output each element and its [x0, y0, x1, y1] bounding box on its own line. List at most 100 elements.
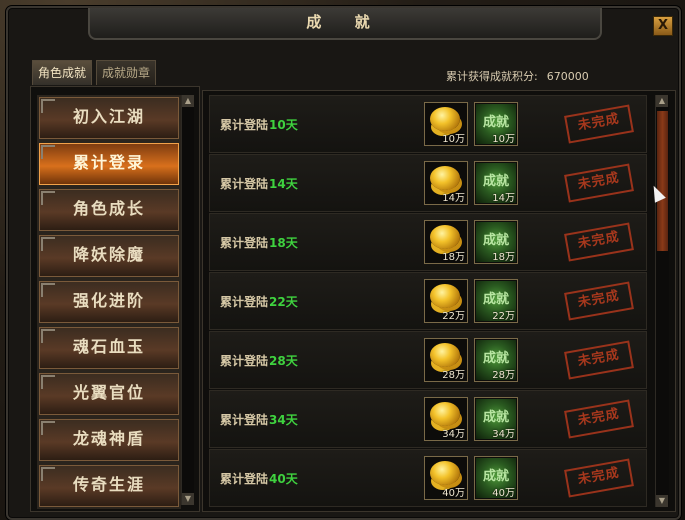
reward-slot-achievement[interactable]: 成就 28万	[474, 338, 518, 382]
tab-achievement-medals[interactable]: 成就勋章	[96, 60, 157, 85]
reward-amount: 22万	[442, 311, 465, 322]
arrow-up-icon[interactable]: ▲	[656, 95, 668, 107]
reward-slot-coins[interactable]: 40万	[424, 456, 468, 500]
reward-amount: 40万	[442, 488, 465, 499]
reward-amount: 18万	[492, 252, 515, 263]
category-label: 龙魂神盾	[72, 429, 145, 448]
title-days: 10天	[269, 118, 298, 132]
title-days: 40天	[269, 472, 298, 486]
gold-coins-icon	[430, 402, 460, 426]
achievement-scrollbar[interactable]: ▲ ▼	[655, 95, 669, 507]
category-scrollbar[interactable]: ▲ ▼	[181, 95, 194, 505]
category-item-selected[interactable]: 累计登录	[37, 141, 181, 187]
corner-ornament	[41, 421, 55, 435]
reward-slot-coins[interactable]: 34万	[424, 397, 468, 441]
reward-amount: 34万	[442, 429, 465, 440]
category-item[interactable]: 降妖除魔	[37, 233, 181, 279]
title-prefix: 累计登陆	[220, 354, 269, 368]
reward-slot-coins[interactable]: 10万	[424, 102, 468, 146]
reward-amount: 34万	[492, 429, 515, 440]
gold-coins-icon	[430, 166, 460, 190]
achievement-icon-text: 成就	[482, 469, 509, 484]
title-prefix: 累计登陆	[220, 118, 269, 132]
score-label: 累计获得成就积分:	[446, 70, 538, 83]
corner-ornament	[41, 191, 55, 205]
category-item[interactable]: 龙魂神盾	[37, 417, 181, 463]
achievement-row: 累计登陆18天 18万 成就 18万 未完成	[209, 213, 647, 271]
category-label: 角色成长	[72, 199, 145, 218]
window-title: 成 就	[88, 8, 602, 40]
achievement-title: 累计登陆34天	[220, 411, 298, 428]
reward-amount: 10万	[442, 134, 465, 145]
reward-slot-coins[interactable]: 22万	[424, 279, 468, 323]
status-stamp: 未完成	[564, 222, 634, 262]
category-item[interactable]: 强化进阶	[37, 279, 181, 325]
reward-amount: 18万	[442, 252, 465, 263]
category-label: 累计登录	[72, 153, 145, 172]
gold-coins-icon	[430, 461, 460, 485]
score-value: 670000	[546, 70, 589, 83]
category-item[interactable]: 传奇生涯	[37, 463, 181, 509]
status-stamp: 未完成	[564, 104, 634, 144]
corner-ornament	[41, 145, 55, 159]
reward-amount: 14万	[492, 193, 515, 204]
title-days: 14天	[269, 177, 298, 191]
status-stamp: 未完成	[564, 399, 634, 439]
gold-coins-icon	[430, 107, 460, 131]
arrow-up-icon[interactable]: ▲	[182, 95, 194, 107]
achievement-list: 累计登陆10天 10万 成就 10万 未完成 累计登陆14天 14万 成就 14万 …	[202, 90, 676, 512]
tab-bar: 角色成就 成就勋章	[32, 60, 157, 85]
achievement-row: 累计登陆22天 22万 成就 22万 未完成	[209, 272, 647, 330]
category-item[interactable]: 角色成长	[37, 187, 181, 233]
achievement-row: 累计登陆10天 10万 成就 10万 未完成	[209, 95, 647, 153]
achievement-row: 累计登陆14天 14万 成就 14万 未完成	[209, 154, 647, 212]
category-label: 光翼官位	[72, 383, 145, 402]
reward-slot-achievement[interactable]: 成就 22万	[474, 279, 518, 323]
achievement-title: 累计登陆22天	[220, 293, 298, 310]
achievement-title: 累计登陆18天	[220, 234, 298, 251]
status-stamp: 未完成	[564, 281, 634, 321]
category-item[interactable]: 魂石血玉	[37, 325, 181, 371]
status-stamp: 未完成	[564, 163, 634, 203]
title-days: 18天	[269, 236, 298, 250]
achievement-title: 累计登陆28天	[220, 352, 298, 369]
achievement-icon-text: 成就	[482, 115, 509, 130]
reward-slot-achievement[interactable]: 成就 10万	[474, 102, 518, 146]
achievement-icon-text: 成就	[482, 174, 509, 189]
reward-slot-achievement[interactable]: 成就 14万	[474, 161, 518, 205]
title-days: 22天	[269, 295, 298, 309]
category-label: 传奇生涯	[72, 475, 145, 494]
arrow-down-icon[interactable]: ▼	[656, 495, 668, 507]
tab-character-achievements[interactable]: 角色成就	[32, 60, 93, 85]
reward-amount: 22万	[492, 311, 515, 322]
status-stamp: 未完成	[564, 340, 634, 380]
title-prefix: 累计登陆	[220, 177, 269, 191]
corner-ornament	[41, 329, 55, 343]
category-label: 强化进阶	[72, 291, 145, 310]
reward-slot-coins[interactable]: 14万	[424, 161, 468, 205]
reward-slot-coins[interactable]: 28万	[424, 338, 468, 382]
corner-ornament	[41, 375, 55, 389]
title-days: 28天	[269, 354, 298, 368]
reward-slot-achievement[interactable]: 成就 40万	[474, 456, 518, 500]
arrow-down-icon[interactable]: ▼	[182, 493, 194, 505]
achievement-title: 累计登陆14天	[220, 175, 298, 192]
title-prefix: 累计登陆	[220, 413, 269, 427]
category-item[interactable]: 光翼官位	[37, 371, 181, 417]
corner-ornament	[41, 237, 55, 251]
scrollbar-thumb[interactable]	[657, 111, 668, 251]
achievement-title: 累计登陆10天	[220, 116, 298, 133]
reward-amount: 14万	[442, 193, 465, 204]
reward-slot-coins[interactable]: 18万	[424, 220, 468, 264]
achievement-score: 累计获得成就积分: 670000	[446, 68, 589, 84]
category-item[interactable]: 初入江湖	[37, 95, 181, 141]
corner-ornament	[41, 283, 55, 297]
category-label: 降妖除魔	[72, 245, 145, 264]
close-button[interactable]: X	[653, 16, 673, 36]
reward-slot-achievement[interactable]: 成就 18万	[474, 220, 518, 264]
achievement-row: 累计登陆34天 34万 成就 34万 未完成	[209, 390, 647, 448]
corner-ornament	[41, 99, 55, 113]
gold-coins-icon	[430, 343, 460, 367]
reward-slot-achievement[interactable]: 成就 34万	[474, 397, 518, 441]
category-label: 魂石血玉	[72, 337, 145, 356]
